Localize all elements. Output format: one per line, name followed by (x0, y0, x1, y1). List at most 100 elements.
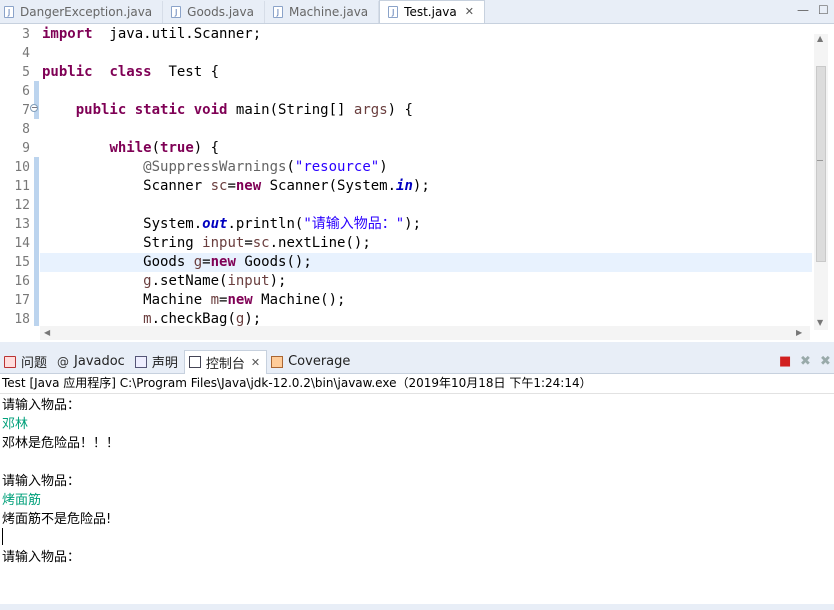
fold-collapse-icon[interactable]: − (30, 104, 38, 112)
code-editor[interactable]: 3 4 5 6 7 8 9 10 11 12 13 14 15 16 17 18 − import java.… (0, 24, 834, 342)
code-token: System. (42, 216, 203, 232)
console-output[interactable]: 请输入物品： 邓林 邓林是危险品！！！ 请输入物品： 烤面筋 烤面筋不是危险品! 请输入物品… (0, 394, 834, 604)
code-token: .nextLine(); (269, 235, 371, 251)
java-file-icon: J (4, 6, 14, 18)
terminate-icon[interactable]: ■ (779, 354, 791, 369)
code-line: String input=sc.nextLine(); (42, 234, 371, 253)
console-launch-header: Test [Java 应用程序] C:\Program Files\Java\j… (0, 374, 834, 394)
line-number: 17 (14, 293, 30, 308)
editor-tab-label: DangerException.java (20, 5, 153, 19)
line-number: 6 (22, 84, 30, 99)
code-token: public (42, 64, 93, 80)
code-token: @SuppressWarnings (143, 159, 287, 175)
code-token: ( (151, 140, 161, 156)
console-output-line: 邓林是危险品！！！ (2, 436, 120, 451)
code-line: Machine m=new Machine(); (42, 291, 345, 310)
code-token: g (143, 273, 152, 289)
panel-tab-declaration[interactable]: 声明 (131, 350, 184, 373)
code-token: import (42, 26, 93, 42)
code-token: new (210, 254, 236, 270)
code-token: ) (379, 159, 388, 175)
code-token: .println( (227, 216, 304, 232)
code-token: m (210, 292, 220, 308)
minimize-icon[interactable]: — (797, 3, 809, 17)
code-line: Goods g=new Goods(); (42, 253, 312, 272)
vertical-scroll-thumb[interactable] (816, 66, 826, 262)
line-number: 15 (14, 255, 30, 270)
code-token: args (353, 102, 388, 118)
horizontal-scrollbar[interactable]: ◀ ▶ (40, 326, 810, 340)
scroll-up-icon[interactable]: ▲ (817, 34, 823, 43)
text-caret (2, 528, 3, 545)
editor-tab[interactable]: J Goods.java (163, 1, 265, 23)
line-number: 18 (14, 312, 30, 327)
line-number-gutter: 3 4 5 6 7 8 9 10 11 12 13 14 15 16 17 18 (0, 24, 40, 327)
line-number: 11 (14, 179, 30, 194)
panel-tab-label: 问题 (21, 356, 48, 371)
line-number: 14 (14, 236, 30, 251)
code-token: .checkBag( (151, 311, 236, 327)
line-number: 10 (14, 160, 30, 175)
code-token: = (202, 254, 211, 270)
code-token: Test { (151, 64, 220, 80)
java-file-icon: J (272, 6, 283, 18)
code-token: true (160, 140, 194, 156)
scroll-down-icon[interactable]: ▼ (817, 318, 823, 327)
code-token: while (109, 140, 152, 156)
maximize-icon[interactable]: ☐ (818, 3, 829, 17)
code-line: while(true) { (42, 139, 219, 158)
close-icon[interactable]: ✕ (465, 1, 474, 23)
editor-tab[interactable]: J Test.java ✕ (379, 0, 485, 23)
code-token: ) { (387, 102, 413, 118)
coverage-icon (271, 355, 284, 368)
panel-tab-label: Coverage (288, 354, 351, 369)
code-token: ( (286, 159, 295, 175)
panel-tab-problems[interactable]: 问题 (0, 350, 53, 373)
code-token: Scanner (42, 178, 211, 194)
java-file-icon: J (388, 6, 399, 18)
editor-tab-bar: J DangerException.java J Goods.java J Machine… (0, 0, 834, 24)
remove-all-icon[interactable]: ✖ (820, 354, 831, 369)
remove-launch-icon[interactable]: ✖ (800, 354, 811, 369)
code-token: ); (412, 178, 430, 194)
scroll-right-icon[interactable]: ▶ (796, 328, 802, 337)
status-bar (0, 604, 834, 610)
code-token: ) { (193, 140, 220, 156)
code-token: public (75, 102, 127, 118)
line-number: 5 (22, 65, 30, 80)
close-icon[interactable]: ✕ (251, 356, 260, 369)
panel-tab-console[interactable]: 控制台 ✕ (183, 349, 268, 374)
panel-tab-coverage[interactable]: Coverage (267, 350, 356, 373)
code-line: public class Test { (42, 63, 219, 82)
scroll-left-icon[interactable]: ◀ (44, 328, 50, 337)
code-line: public static void main(String[] args) { (42, 101, 413, 120)
code-token: new (227, 292, 253, 308)
code-token: Goods (42, 254, 194, 270)
code-token: void (193, 102, 228, 118)
declaration-icon (134, 355, 147, 368)
code-token: main(String[] (227, 102, 354, 118)
panel-sash[interactable] (0, 342, 834, 350)
code-token: Goods(); (235, 254, 312, 270)
change-marker (34, 157, 39, 326)
line-number: 7 (22, 103, 30, 118)
vertical-scrollbar[interactable]: ▲ ▼ (814, 34, 828, 330)
editor-tab[interactable]: J Machine.java (265, 1, 380, 23)
panel-tab-javadoc[interactable]: @ Javadoc (53, 350, 131, 373)
console-input-line: 邓林 (2, 417, 29, 432)
code-token: m (143, 311, 152, 327)
panel-tab-label: 声明 (151, 356, 178, 371)
editor-tab-label: Machine.java (288, 5, 369, 19)
code-area[interactable]: import java.util.Scanner; public class Te… (42, 24, 812, 327)
code-line: System.out.println("请输入物品："); (42, 215, 421, 234)
code-token: "resource" (294, 159, 380, 175)
editor-tab[interactable]: J DangerException.java (0, 1, 164, 23)
code-token: ); (404, 216, 422, 232)
line-number: 4 (22, 46, 30, 61)
code-token: in (396, 178, 413, 194)
